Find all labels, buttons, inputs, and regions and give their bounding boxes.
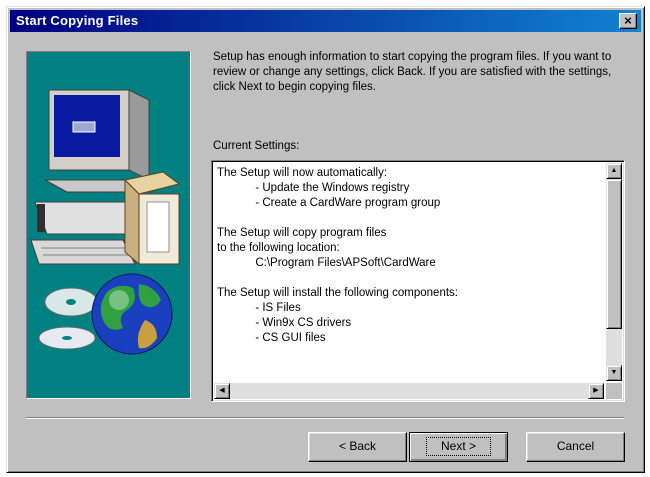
settings-line: - Update the Windows registry [217,182,410,194]
intro-text: Setup has enough information to start co… [213,51,612,93]
scroll-up-button[interactable]: ▲ [606,163,622,179]
current-settings-label: Current Settings: [213,140,300,152]
settings-line [217,271,599,286]
vertical-scroll-thumb[interactable] [606,179,622,329]
setup-illustration [26,51,191,399]
window-title: Start Copying Files [16,13,139,28]
close-icon: × [624,13,632,28]
cancel-button-label: Cancel [556,439,595,453]
scroll-up-icon: ▲ [610,167,618,174]
scroll-right-icon: ▶ [593,387,599,394]
scroll-right-button[interactable]: ▶ [588,383,604,399]
scroll-down-button[interactable]: ▼ [606,365,622,381]
computer-icon [30,89,181,266]
back-button[interactable]: < Back [308,432,407,462]
title-bar[interactable]: Start Copying Files × [10,10,641,32]
scroll-left-button[interactable]: ◀ [214,383,230,399]
close-button[interactable]: × [619,13,637,29]
settings-line: The Setup will copy program files [217,227,387,239]
scrollbar-corner [606,383,622,399]
horizontal-scrollbar[interactable]: ◀ ▶ [214,383,604,399]
cancel-button[interactable]: Cancel [526,432,625,462]
settings-line: C:\Program Files\APSoft\CardWare [217,257,436,269]
cd-disc-icon [38,287,98,350]
next-button[interactable]: Next > [409,432,508,462]
settings-line: to the following location: [217,242,340,254]
scroll-left-icon: ◀ [219,387,225,394]
back-button-label: < Back [338,439,377,453]
settings-line: The Setup will now automatically: [217,167,388,179]
vertical-scrollbar[interactable]: ▲ ▼ [606,163,622,381]
settings-line: - IS Files [217,302,301,314]
separator-line [26,417,624,419]
settings-line [217,211,599,226]
settings-text: The Setup will now automatically: - Upda… [217,166,599,376]
settings-line: - CS GUI files [217,332,326,344]
next-button-label: Next > [425,437,491,456]
settings-line: The Setup will install the following com… [217,287,458,299]
settings-line: - Create a CardWare program group [217,197,441,209]
computer-globe-art [30,89,181,355]
settings-line: - Win9x CS drivers [217,317,352,329]
current-settings-listbox[interactable]: The Setup will now automatically: - Upda… [211,160,625,402]
scroll-down-icon: ▼ [610,369,618,376]
globe-icon [91,273,173,355]
